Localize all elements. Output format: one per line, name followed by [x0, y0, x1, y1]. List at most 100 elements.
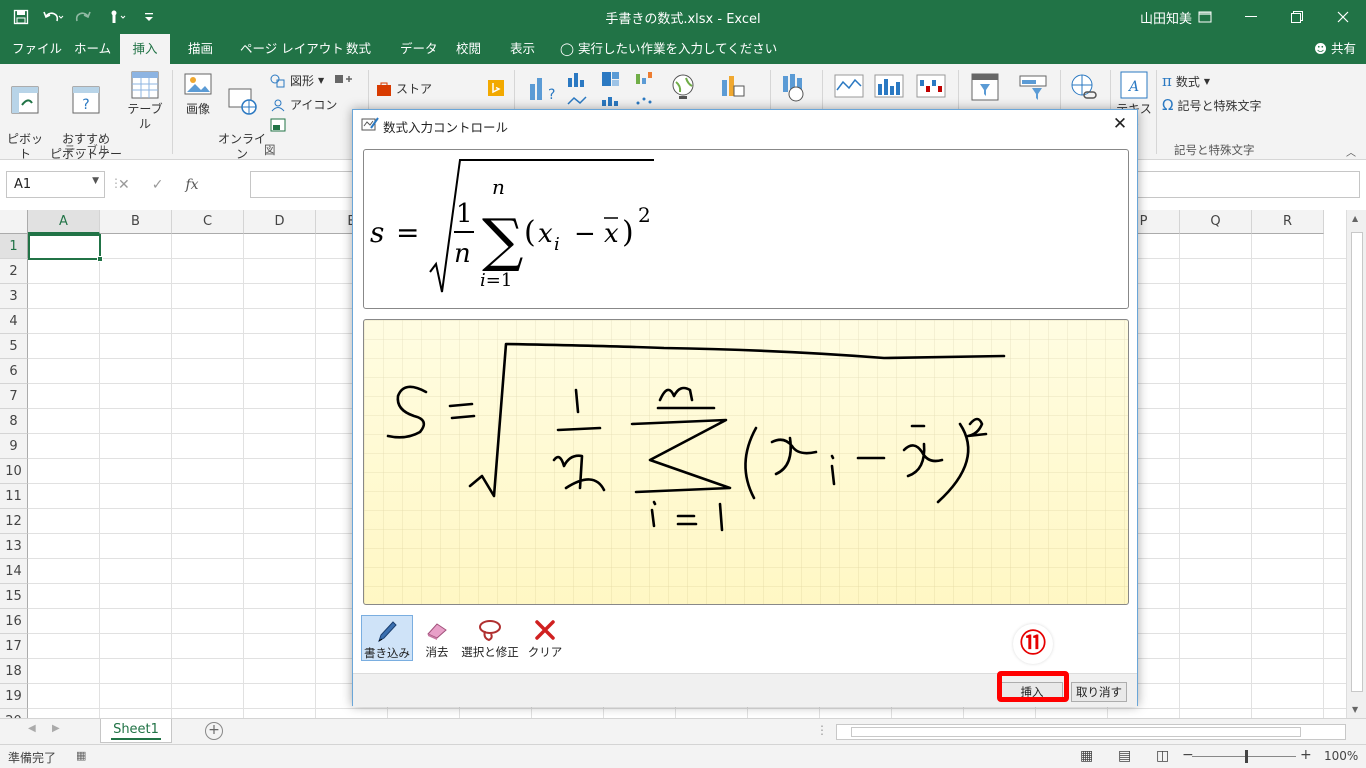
split-handle-icon[interactable]: ⋮: [816, 723, 828, 737]
tab-formulas[interactable]: 数式: [344, 34, 373, 64]
shapes-button[interactable]: 図形 ▼: [270, 72, 324, 89]
select-all-corner[interactable]: [0, 210, 28, 234]
picture-button[interactable]: 画像: [178, 70, 218, 117]
column-header-d[interactable]: D: [244, 210, 316, 234]
icons-button[interactable]: アイコン: [270, 96, 337, 113]
fill-handle[interactable]: [97, 256, 103, 262]
prev-sheet-icon[interactable]: ◀: [28, 723, 36, 734]
tab-page-layout[interactable]: ページ レイアウト: [238, 34, 346, 64]
row-header-2[interactable]: 2: [0, 259, 28, 284]
row-header-11[interactable]: 11: [0, 484, 28, 509]
macro-record-icon[interactable]: ▦: [76, 749, 86, 762]
row-header-13[interactable]: 13: [0, 534, 28, 559]
scroll-up-icon[interactable]: ▲: [1352, 214, 1358, 223]
scatter-chart-button[interactable]: [634, 96, 656, 106]
active-cell[interactable]: [28, 234, 103, 262]
tab-insert[interactable]: 挿入: [120, 34, 170, 64]
zoom-out-icon[interactable]: −: [1182, 747, 1194, 763]
collapse-ribbon-icon[interactable]: ︿: [1346, 144, 1356, 159]
slicer-button[interactable]: [970, 72, 1000, 102]
row-header-5[interactable]: 5: [0, 334, 28, 359]
add-ins-button[interactable]: [334, 72, 356, 86]
row-header-16[interactable]: 16: [0, 609, 28, 634]
sheet-tab[interactable]: Sheet1: [100, 719, 172, 743]
maps-button[interactable]: [668, 72, 698, 102]
row-header-6[interactable]: 6: [0, 359, 28, 384]
statistic-chart-button[interactable]: [600, 96, 622, 106]
sparkline-column-button[interactable]: [874, 74, 904, 98]
share-button[interactable]: ☻ 共有: [1314, 34, 1356, 64]
column-header-b[interactable]: B: [100, 210, 172, 234]
row-header-15[interactable]: 15: [0, 584, 28, 609]
timeline-button[interactable]: [1018, 72, 1048, 102]
tab-draw[interactable]: 描画: [186, 34, 215, 64]
select-correct-tool-button[interactable]: 選択と修正: [461, 615, 519, 661]
recommended-charts-button[interactable]: ?: [526, 72, 556, 102]
page-break-view-icon[interactable]: ◫: [1156, 748, 1169, 764]
sparkline-line-button[interactable]: [834, 74, 864, 98]
row-header-19[interactable]: 19: [0, 684, 28, 709]
equation-button[interactable]: π 数式 ▼: [1162, 72, 1210, 90]
row-header-18[interactable]: 18: [0, 659, 28, 684]
erase-tool-button[interactable]: 消去: [419, 615, 455, 661]
zoom-slider-knob[interactable]: [1245, 750, 1248, 763]
close-window-icon[interactable]: [1320, 0, 1366, 34]
name-box[interactable]: A1 ▼: [6, 171, 105, 198]
write-tool-button[interactable]: 書き込み: [361, 615, 413, 661]
enter-icon[interactable]: ✓: [152, 177, 164, 193]
tab-file[interactable]: ファイル: [10, 34, 64, 64]
close-icon[interactable]: ✕: [1111, 114, 1129, 134]
link-button[interactable]: [1068, 72, 1098, 102]
tell-me-box[interactable]: ◯ 実行したい作業を入力してください: [560, 34, 777, 64]
tab-view[interactable]: 表示: [508, 34, 537, 64]
sparkline-winloss-button[interactable]: [916, 74, 946, 98]
normal-view-icon[interactable]: ▦: [1080, 748, 1093, 764]
screenshot-button[interactable]: [270, 118, 286, 132]
hierarchy-chart-button[interactable]: [600, 70, 622, 88]
table-button[interactable]: テーブル: [124, 70, 166, 132]
page-layout-view-icon[interactable]: ▤: [1118, 748, 1131, 764]
scroll-down-icon[interactable]: ▼: [1352, 705, 1358, 714]
zoom-slider-track[interactable]: [1192, 756, 1296, 757]
cancel-entry-icon[interactable]: ✕: [118, 177, 130, 193]
cancel-button[interactable]: 取り消す: [1071, 682, 1127, 702]
store-button[interactable]: ストア: [376, 80, 432, 97]
3d-map-button[interactable]: [780, 72, 810, 102]
horizontal-scrollbar[interactable]: [836, 724, 1346, 740]
row-header-8[interactable]: 8: [0, 409, 28, 434]
bing-maps-button[interactable]: [488, 80, 504, 96]
ribbon-display-options-icon[interactable]: [1182, 0, 1228, 34]
column-chart-button[interactable]: [566, 70, 588, 88]
pivot-chart-button[interactable]: [718, 72, 748, 102]
handwriting-input-area[interactable]: [363, 319, 1129, 605]
scrollbar-thumb[interactable]: [1351, 232, 1363, 692]
clear-tool-button[interactable]: クリア: [525, 615, 565, 661]
column-header-r[interactable]: R: [1252, 210, 1324, 234]
line-chart-button[interactable]: [566, 96, 588, 106]
row-header-1[interactable]: 1: [0, 234, 28, 259]
restore-icon[interactable]: [1274, 0, 1320, 34]
next-sheet-icon[interactable]: ▶: [52, 723, 60, 734]
row-header-4[interactable]: 4: [0, 309, 28, 334]
row-header-14[interactable]: 14: [0, 559, 28, 584]
column-header-c[interactable]: C: [172, 210, 244, 234]
minimize-icon[interactable]: [1228, 0, 1274, 34]
row-header-20[interactable]: 20: [0, 709, 28, 718]
zoom-in-icon[interactable]: +: [1300, 747, 1312, 763]
row-header-10[interactable]: 10: [0, 459, 28, 484]
tab-home[interactable]: ホーム: [72, 34, 113, 64]
column-header-q[interactable]: Q: [1180, 210, 1252, 234]
symbol-button[interactable]: Ω 記号と特殊文字: [1162, 96, 1261, 114]
column-header-a[interactable]: A: [28, 210, 100, 234]
waterfall-chart-button[interactable]: [634, 70, 656, 88]
row-header-9[interactable]: 9: [0, 434, 28, 459]
row-header-12[interactable]: 12: [0, 509, 28, 534]
scrollbar-thumb[interactable]: [851, 727, 1301, 737]
zoom-level[interactable]: 100%: [1324, 749, 1358, 763]
insert-function-icon[interactable]: fx: [185, 177, 198, 193]
tab-data[interactable]: データ: [398, 34, 440, 64]
add-sheet-icon[interactable]: +: [205, 722, 223, 740]
row-header-3[interactable]: 3: [0, 284, 28, 309]
row-header-7[interactable]: 7: [0, 384, 28, 409]
tab-review[interactable]: 校閲: [454, 34, 483, 64]
